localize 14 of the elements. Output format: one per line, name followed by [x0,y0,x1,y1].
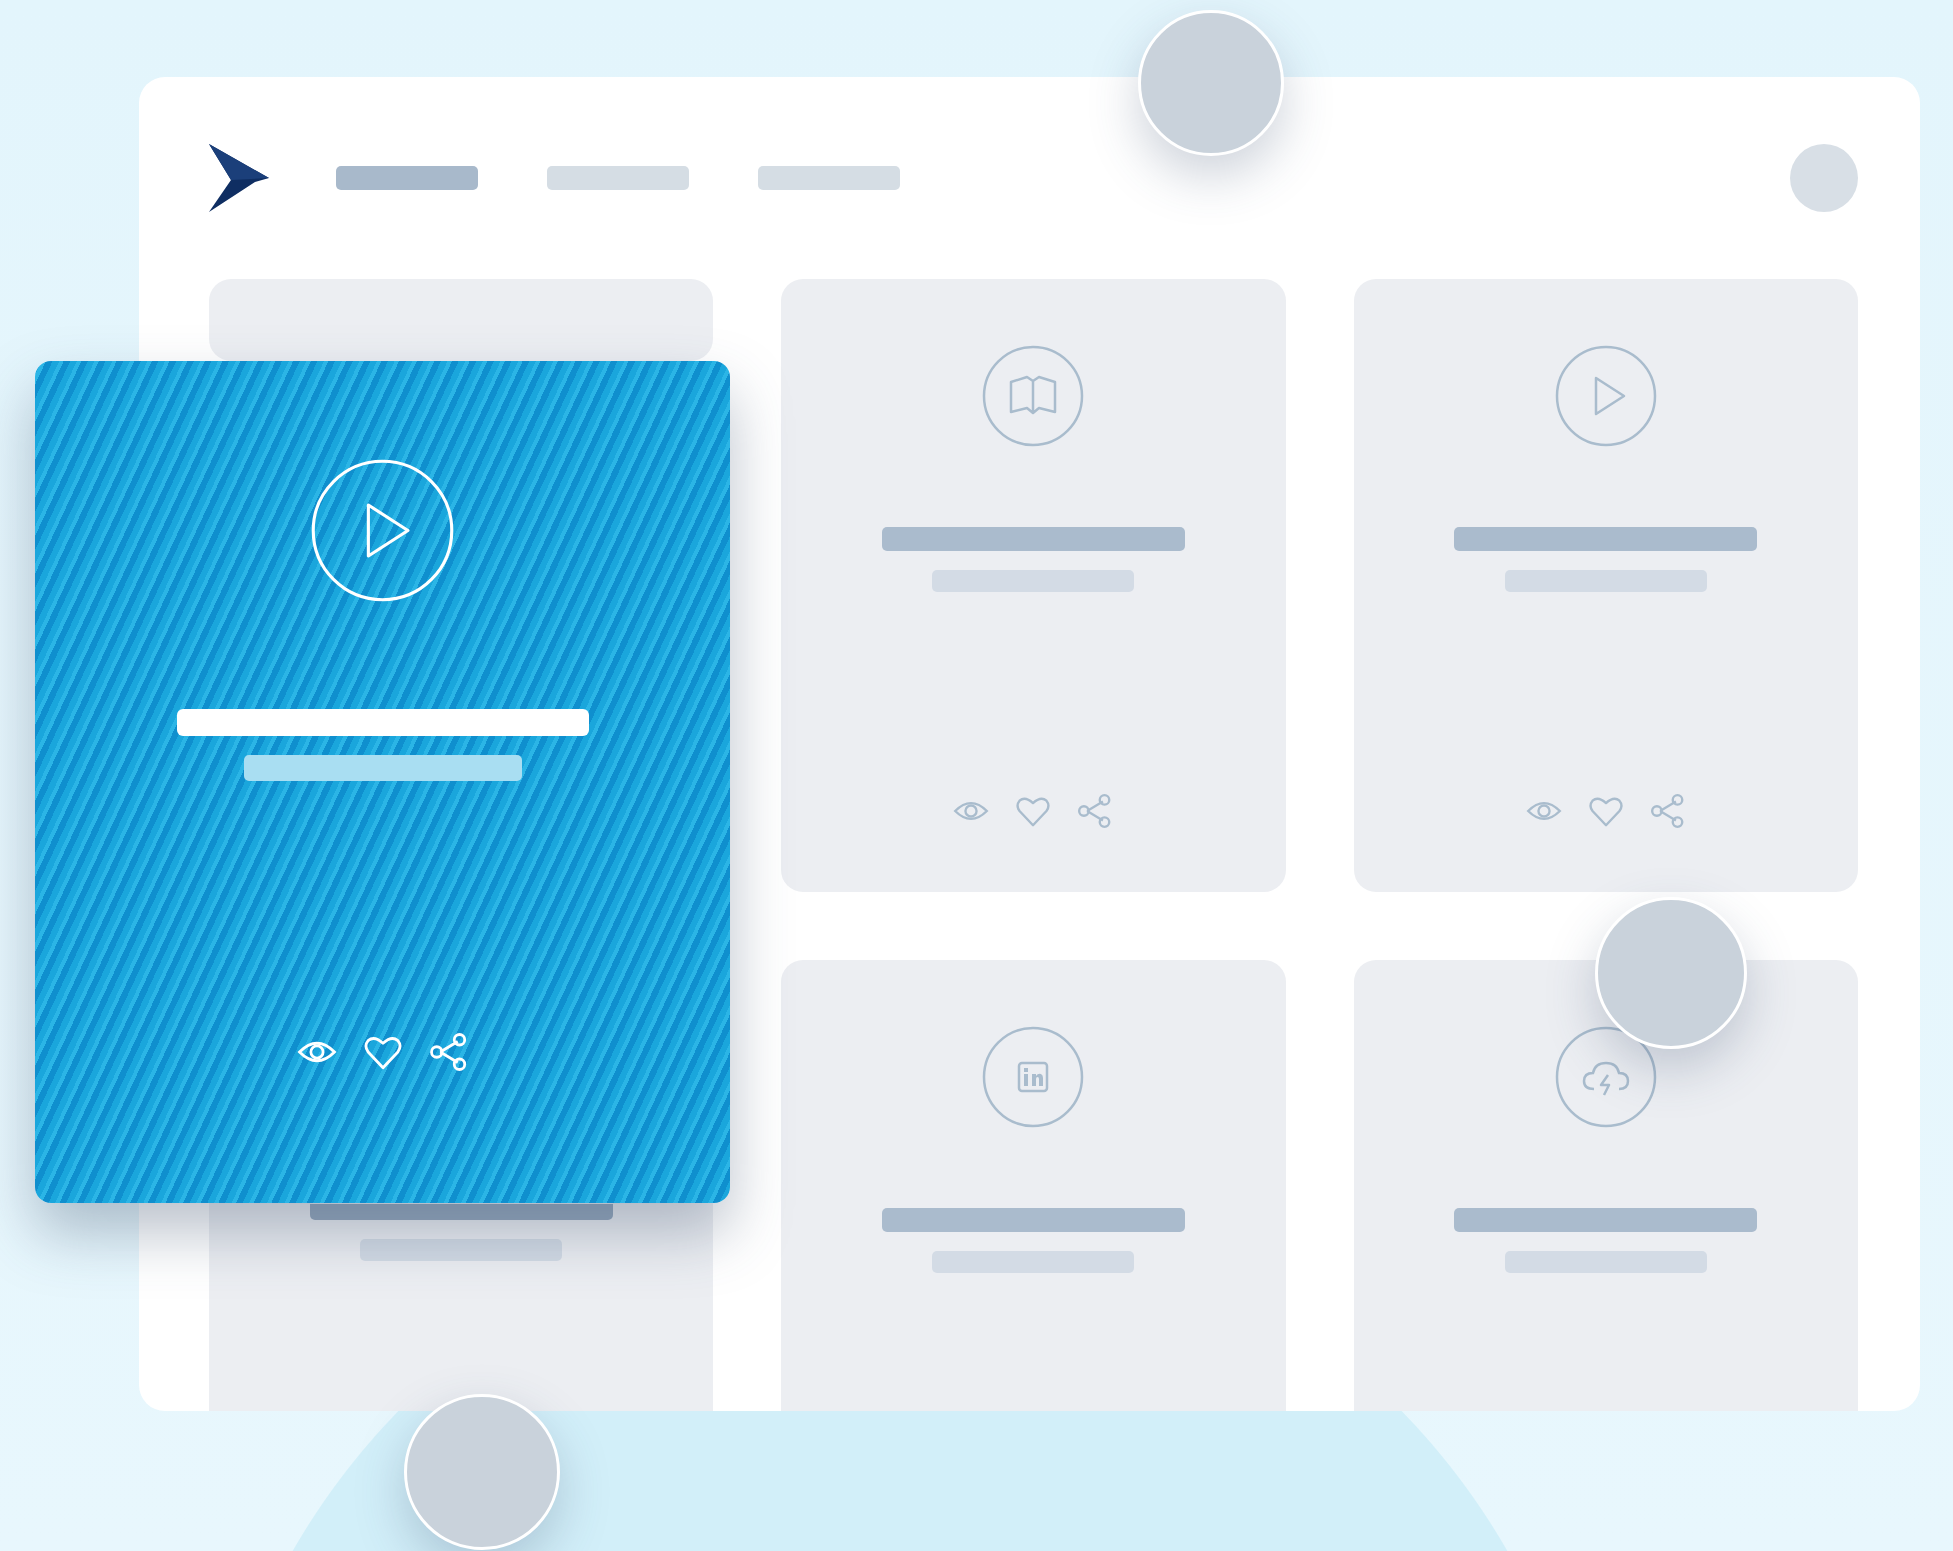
book-icon [981,344,1086,448]
nav-tab[interactable] [758,166,900,190]
nav-tab[interactable] [336,166,478,190]
arrow-logo-icon [209,144,269,212]
content-card[interactable] [1353,279,1858,892]
content-card[interactable] [781,960,1286,1411]
nav-tab[interactable] [547,166,689,190]
linkedin-icon [981,1025,1086,1129]
featured-video-card[interactable] [35,361,730,1203]
play-icon [1553,344,1658,448]
content-card[interactable] [1353,960,1858,1411]
content-card[interactable] [781,279,1286,892]
cloud-lightning-icon [1553,1025,1658,1129]
play-icon [309,457,456,604]
